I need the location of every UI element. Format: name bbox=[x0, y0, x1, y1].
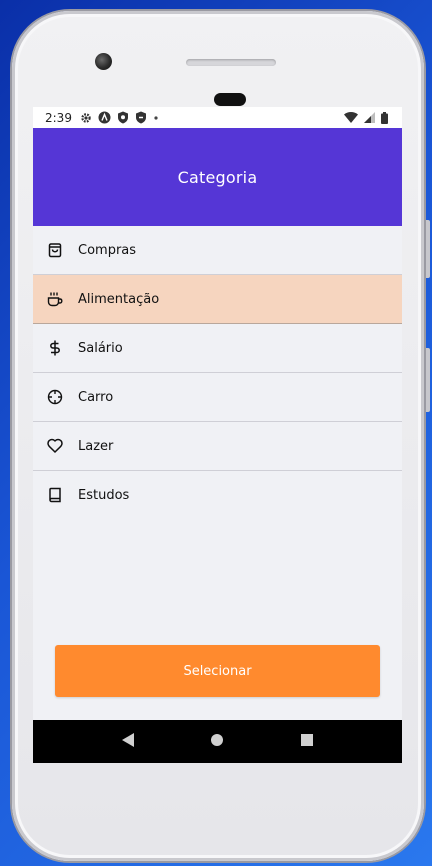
select-button[interactable]: Selecionar bbox=[55, 645, 380, 697]
status-bar: 2:39 bbox=[33, 107, 402, 128]
page-title: Categoria bbox=[177, 167, 258, 187]
category-label: Estudos bbox=[78, 487, 130, 503]
category-label: Compras bbox=[78, 242, 137, 258]
proximity-sensor bbox=[214, 93, 246, 106]
category-item-estudos[interactable]: Estudos bbox=[33, 471, 402, 519]
shield-icon bbox=[117, 111, 129, 124]
category-item-carro[interactable]: Carro bbox=[33, 373, 402, 422]
category-list: Compras Alimentação Salário Carro Lazer bbox=[33, 226, 402, 519]
cell-signal-icon bbox=[364, 112, 375, 123]
navigation-bar bbox=[33, 720, 402, 763]
back-icon[interactable] bbox=[121, 732, 135, 752]
coffee-icon bbox=[47, 291, 63, 307]
category-label: Carro bbox=[78, 389, 114, 405]
shield-icon bbox=[135, 111, 147, 124]
category-label: Alimentação bbox=[78, 291, 160, 307]
app-screen: 2:39 Categoria Compras Alimentação Salár… bbox=[33, 107, 402, 763]
app-header: Categoria bbox=[33, 128, 402, 226]
heart-icon bbox=[47, 438, 63, 454]
gear-icon bbox=[80, 112, 92, 124]
book-icon bbox=[47, 487, 63, 503]
dot-icon bbox=[153, 115, 159, 121]
dollar-icon bbox=[47, 340, 63, 356]
crosshair-icon bbox=[47, 389, 63, 405]
status-time: 2:39 bbox=[45, 110, 72, 125]
recents-icon[interactable] bbox=[300, 732, 314, 751]
volume-button[interactable] bbox=[424, 348, 430, 412]
earpiece-speaker bbox=[186, 59, 276, 66]
home-icon[interactable] bbox=[210, 732, 224, 751]
vpn-a-icon bbox=[98, 111, 111, 124]
category-item-salario[interactable]: Salário bbox=[33, 324, 402, 373]
front-camera bbox=[95, 53, 112, 70]
category-item-compras[interactable]: Compras bbox=[33, 226, 402, 275]
category-label: Salário bbox=[78, 340, 123, 356]
wifi-icon bbox=[344, 112, 358, 123]
category-item-alimentacao[interactable]: Alimentação bbox=[33, 275, 402, 324]
category-item-lazer[interactable]: Lazer bbox=[33, 422, 402, 471]
category-label: Lazer bbox=[78, 438, 114, 454]
battery-icon bbox=[381, 111, 388, 124]
power-button[interactable] bbox=[424, 220, 430, 278]
shopping-bag-icon bbox=[47, 242, 63, 258]
